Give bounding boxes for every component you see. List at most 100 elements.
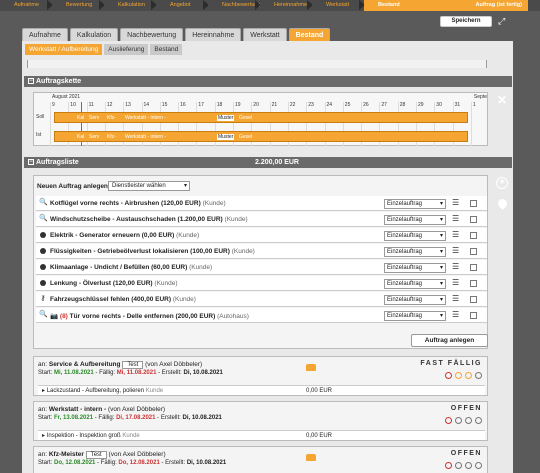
select-checkbox[interactable] xyxy=(470,280,477,287)
gantt-bar-ist[interactable]: Kal Serv Kfz- Werkstatt - intern - Muste… xyxy=(54,131,468,142)
list-menu-icon[interactable]: ☰ xyxy=(452,199,459,207)
list-menu-icon[interactable]: ☰ xyxy=(452,311,459,319)
close-icon[interactable]: ✕ xyxy=(497,93,507,107)
chip-serv[interactable]: Serv xyxy=(89,134,99,140)
circle-icon[interactable] xyxy=(40,248,46,254)
service-row[interactable]: Klimaanlage - Undicht / Befüllen (60,00 … xyxy=(36,260,487,275)
chip-serv[interactable]: Serv xyxy=(89,115,99,121)
order-type-select[interactable]: Einzelauftrag xyxy=(384,247,446,257)
chip-muster[interactable]: Muster xyxy=(217,115,235,121)
order-type-select[interactable]: Einzelauftrag xyxy=(384,295,446,305)
create-order-button[interactable]: Auftrag anlegen xyxy=(411,334,488,347)
pdf-icon[interactable] xyxy=(445,372,452,379)
step-hereinnahme[interactable]: Hereinnahme xyxy=(260,0,312,11)
list-menu-icon[interactable]: ☰ xyxy=(452,247,459,255)
clock-icon[interactable] xyxy=(465,462,472,469)
circle-icon[interactable] xyxy=(40,264,46,270)
list-menu-icon[interactable]: ☰ xyxy=(452,263,459,271)
auftragsliste-total: 2.200,00 EUR xyxy=(255,159,299,166)
order-type-select[interactable]: Einzelauftrag xyxy=(384,311,446,321)
order-type-select[interactable]: Einzelauftrag xyxy=(384,263,446,273)
clock-icon[interactable] xyxy=(455,372,462,379)
search-icon[interactable]: 🔍 xyxy=(39,215,48,223)
tab-hereinnahme[interactable]: Hereinnahme xyxy=(185,28,242,41)
select-checkbox[interactable] xyxy=(470,200,477,207)
order-type-select[interactable]: Einzelauftrag xyxy=(384,231,446,241)
chip-kfz[interactable]: Kfz- xyxy=(107,115,116,121)
service-row[interactable]: ⚷ Fahrzeugschlüssel fehlen (400,00 EUR) (… xyxy=(36,292,487,307)
service-row[interactable]: Elektrik - Generator erneuern (0,00 EUR)… xyxy=(36,228,487,243)
circle-icon[interactable] xyxy=(40,280,46,286)
list-menu-icon[interactable]: ☰ xyxy=(452,215,459,223)
tab-aufnahme[interactable]: Aufnahme xyxy=(22,28,68,41)
clock-icon[interactable] xyxy=(475,417,482,424)
chip-werkstatt[interactable]: Werkstatt - intern - xyxy=(125,115,166,121)
order-type-select[interactable]: Einzelauftrag xyxy=(384,199,446,209)
auftragsliste-header[interactable]: − Auftragsliste 2.200,00 EUR xyxy=(24,157,512,168)
camera-icon[interactable]: 📷 xyxy=(50,313,60,320)
select-checkbox[interactable] xyxy=(470,216,477,223)
chip-muster[interactable]: Muster xyxy=(217,134,235,140)
service-row[interactable]: Flüssigkeiten - Getriebeölverlust lokali… xyxy=(36,244,487,259)
order-type-select[interactable]: Einzelauftrag xyxy=(384,215,446,225)
clock-icon[interactable] xyxy=(475,462,482,469)
step-angebot[interactable]: Angebot xyxy=(156,0,208,11)
select-checkbox[interactable] xyxy=(470,296,477,303)
step-werkstatt[interactable]: Werkstatt xyxy=(312,0,364,11)
list-menu-icon[interactable]: ☰ xyxy=(452,231,459,239)
chip-kal[interactable]: Kal xyxy=(77,115,84,121)
list-menu-icon[interactable]: ☰ xyxy=(452,279,459,287)
list-menu-icon[interactable]: ☰ xyxy=(452,295,459,303)
service-name: Lenkung - Ölverlust (120,00 EUR) xyxy=(50,280,153,287)
tab-kalkulation[interactable]: Kalkulation xyxy=(69,28,119,41)
gantt-bar-soll[interactable]: Kal Serv Kfz- Werkstatt - intern - Muste… xyxy=(54,112,468,123)
chip-werkstatt[interactable]: Werkstatt - intern - xyxy=(125,134,166,140)
pin-icon[interactable]: ⤢ xyxy=(498,16,508,26)
clock-icon[interactable] xyxy=(455,462,462,469)
order-type-select[interactable]: Einzelauftrag xyxy=(384,279,446,289)
subtab-bestand[interactable]: Bestand xyxy=(150,44,183,55)
search-icon[interactable]: 🔍 xyxy=(39,311,48,319)
select-checkbox[interactable] xyxy=(470,248,477,255)
chip-kal[interactable]: Kal xyxy=(77,134,84,140)
clock-icon[interactable] xyxy=(455,417,462,424)
step-kalkulation[interactable]: Kalkulation xyxy=(104,0,156,11)
order-card[interactable]: an: Kfz-Meister Test (von Axel Döbbeler)… xyxy=(33,446,488,473)
order-card[interactable]: an: Werkstatt - intern - (von Axel Döbbe… xyxy=(33,401,488,441)
tab-bestand[interactable]: Bestand xyxy=(288,28,331,41)
tab-nachbewertung[interactable]: Nachbewertung xyxy=(120,28,184,41)
clock-icon[interactable] xyxy=(465,372,472,379)
gantt-day-label: 12 xyxy=(106,102,113,108)
select-checkbox[interactable] xyxy=(470,232,477,239)
auftragskette-header[interactable]: − Auftragskette xyxy=(24,76,512,87)
subtab-auslieferung[interactable]: Auslieferung xyxy=(104,44,149,55)
due-label: Fällig: xyxy=(99,370,116,376)
provider-select[interactable]: Dienstleister wählen xyxy=(108,181,190,191)
add-circle-icon[interactable]: + xyxy=(496,177,508,189)
service-row[interactable]: 🔍 Kotflügel vorne rechts - Airbrushen (12… xyxy=(36,196,487,211)
step-bewertung[interactable]: Bewertung xyxy=(52,0,104,11)
subtab-werkstatt-aufbereitung[interactable]: Werkstatt / Aufbereitung xyxy=(25,44,103,55)
search-icon[interactable]: 🔍 xyxy=(39,199,48,207)
step-nachbewertung[interactable]: Nachbewertung xyxy=(208,0,260,11)
order-card[interactable]: an: Service & Aufbereitung Test (von Axe… xyxy=(33,356,488,396)
collapse-icon[interactable]: − xyxy=(28,78,34,84)
clock-icon[interactable] xyxy=(475,372,482,379)
pdf-icon[interactable] xyxy=(445,417,452,424)
service-who: (Autohaus) xyxy=(217,313,249,320)
service-row[interactable]: 🔍 📷 (8) Tür vorne rechts - Delle entferne… xyxy=(36,308,487,323)
select-checkbox[interactable] xyxy=(470,264,477,271)
service-row[interactable]: Lenkung - Ölverlust (120,00 EUR) (Kunde)… xyxy=(36,276,487,291)
circle-icon[interactable] xyxy=(40,232,46,238)
key-icon[interactable]: ⚷ xyxy=(39,295,47,303)
pdf-icon[interactable] xyxy=(445,462,452,469)
created-label: Erstellt: xyxy=(161,370,182,376)
service-row[interactable]: 🔍 Windschutzscheibe - Austauschschaden (1… xyxy=(36,212,487,227)
tab-werkstatt[interactable]: Werkstatt xyxy=(243,28,287,41)
select-checkbox[interactable] xyxy=(470,312,477,319)
save-button[interactable]: Speichern xyxy=(440,16,492,27)
step-aufnahme[interactable]: Aufnahme xyxy=(0,0,52,11)
clock-icon[interactable] xyxy=(465,417,472,424)
chip-kfz[interactable]: Kfz- xyxy=(107,134,116,140)
collapse-icon[interactable]: − xyxy=(28,159,34,165)
